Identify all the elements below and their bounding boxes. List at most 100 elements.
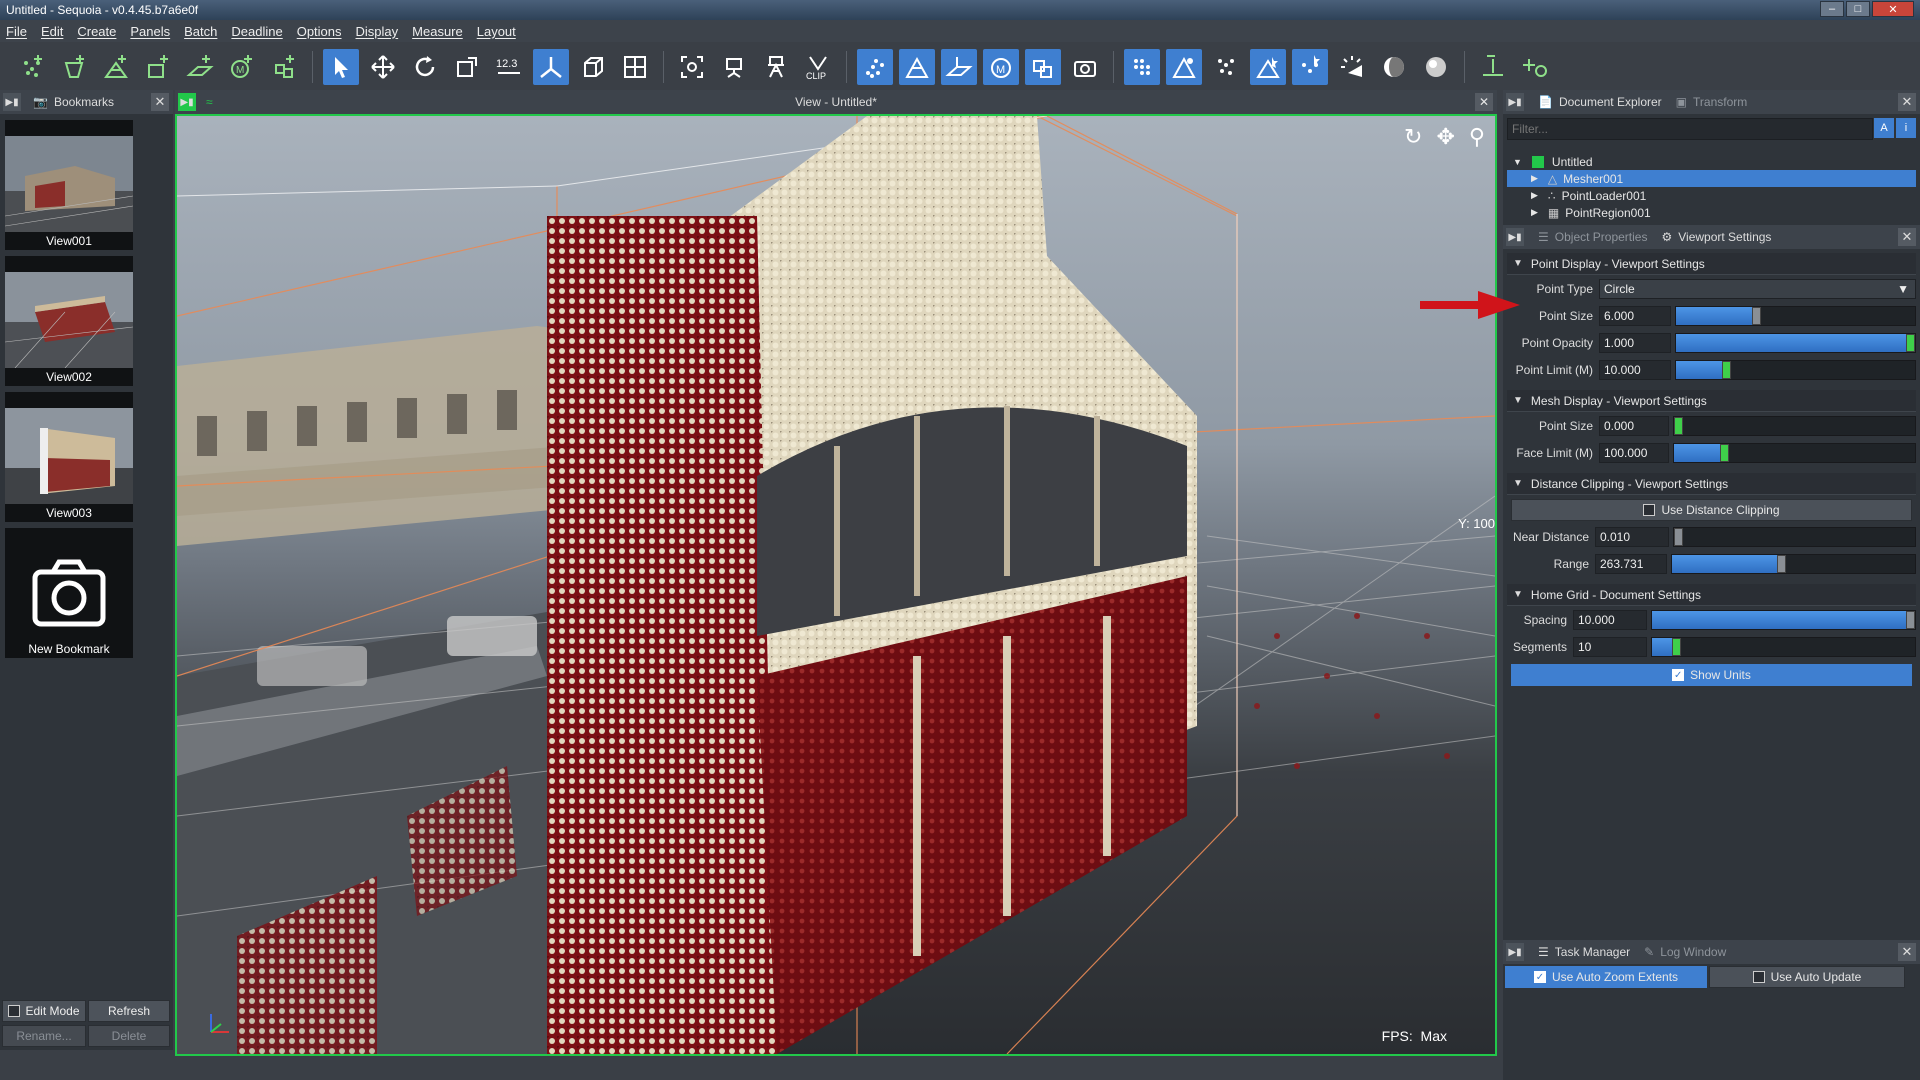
point-size-slider[interactable]	[1675, 306, 1916, 326]
close-panel-icon[interactable]: ✕	[1898, 943, 1916, 961]
slider-handle[interactable]	[1674, 417, 1683, 435]
maximize-button[interactable]: □	[1846, 1, 1870, 17]
scanner-button[interactable]	[758, 49, 794, 85]
region-tool-button[interactable]	[56, 49, 92, 85]
menu-file[interactable]: File	[6, 24, 27, 39]
mesh-display-button[interactable]	[899, 49, 935, 85]
collapse-triangle-icon[interactable]: ▼	[1513, 157, 1522, 167]
segments-slider[interactable]	[1651, 637, 1916, 657]
sparkle-points-button[interactable]	[1208, 49, 1244, 85]
point-type-select[interactable]: Circle ▼	[1599, 279, 1916, 299]
camera-display-button[interactable]	[1067, 49, 1103, 85]
close-panel-icon[interactable]: ✕	[1898, 93, 1916, 111]
point-loader-tool-button[interactable]	[14, 49, 50, 85]
close-viewport-icon[interactable]: ✕	[1475, 93, 1493, 111]
slider-handle[interactable]	[1906, 334, 1915, 352]
zoom-icon[interactable]: ⚲	[1469, 124, 1485, 150]
panel-pin-icon[interactable]: ▶▮	[1506, 228, 1524, 246]
mesh-point-size-input[interactable]: 0.000	[1599, 416, 1669, 436]
move-tool-button[interactable]	[365, 49, 401, 85]
section-home-grid[interactable]: ▼ Home Grid - Document Settings	[1507, 584, 1916, 606]
slider-handle[interactable]	[1674, 528, 1683, 546]
lit-points-button[interactable]	[1250, 49, 1286, 85]
zoom-extents-button[interactable]	[674, 49, 710, 85]
3d-viewport[interactable]: ↻ ✥ ⚲ Y: 100 FPS: Max	[175, 114, 1497, 1056]
tree-node-mesher001[interactable]: ▶ △ Mesher001	[1507, 170, 1916, 187]
menu-create[interactable]: Create	[77, 24, 116, 39]
menu-measure[interactable]: Measure	[412, 24, 463, 39]
bookmark-view003[interactable]: View003	[5, 392, 133, 522]
tab-transform[interactable]: ▣ Transform	[1676, 95, 1748, 109]
shade-points-button[interactable]	[1124, 49, 1160, 85]
add-zero-button[interactable]	[1517, 49, 1553, 85]
slider-handle[interactable]	[1777, 555, 1787, 573]
mesh-point-size-slider[interactable]	[1673, 416, 1916, 436]
orbit-icon[interactable]: ↻	[1404, 124, 1422, 150]
camera-rig-button[interactable]	[716, 49, 752, 85]
pan-icon[interactable]: ✥	[1436, 124, 1454, 150]
auto-update-checkbox[interactable]: Use Auto Update	[1709, 966, 1905, 988]
slider-handle[interactable]	[1672, 638, 1682, 656]
pivot-tool-button[interactable]	[533, 49, 569, 85]
menu-batch[interactable]: Batch	[184, 24, 217, 39]
delete-button[interactable]: Delete	[88, 1025, 170, 1047]
bookmark-view002[interactable]: View002	[5, 256, 133, 386]
section-distance-clipping[interactable]: ▼ Distance Clipping - Viewport Settings	[1507, 473, 1916, 495]
face-limit-slider[interactable]	[1673, 443, 1916, 463]
segments-input[interactable]: 10	[1573, 637, 1647, 657]
near-distance-slider[interactable]	[1673, 527, 1916, 547]
panel-pin-icon[interactable]: ▶▮	[1506, 93, 1524, 111]
panel-pin-icon[interactable]: ▶▮	[1506, 943, 1524, 961]
numeric-input-button[interactable]: 12.3	[491, 49, 527, 85]
add-point-button[interactable]	[1475, 49, 1511, 85]
lit-sparkle-button[interactable]	[1292, 49, 1328, 85]
plane-display-button[interactable]	[941, 49, 977, 85]
bookmark-view001[interactable]: View001	[5, 120, 133, 250]
spacing-input[interactable]: 10.000	[1573, 610, 1647, 630]
menu-deadline[interactable]: Deadline	[231, 24, 282, 39]
tree-node-pointregion001[interactable]: ▶ ▦ PointRegion001	[1507, 204, 1916, 221]
points-display-button[interactable]	[857, 49, 893, 85]
rename-button[interactable]: Rename...	[2, 1025, 86, 1047]
point-limit-slider[interactable]	[1675, 360, 1916, 380]
point-size-input[interactable]: 6.000	[1599, 306, 1671, 326]
scale-tool-button[interactable]	[449, 49, 485, 85]
rotate-tool-button[interactable]	[407, 49, 443, 85]
tab-viewport-settings[interactable]: ⚙ Viewport Settings	[1661, 230, 1771, 244]
multi-display-button[interactable]	[1025, 49, 1061, 85]
expand-triangle-icon[interactable]: ▶	[1531, 207, 1538, 218]
menu-panels[interactable]: Panels	[130, 24, 170, 39]
near-distance-input[interactable]: 0.010	[1595, 527, 1669, 547]
tab-object-properties[interactable]: ☰ Object Properties	[1538, 230, 1647, 244]
plane-tool-button[interactable]	[182, 49, 218, 85]
lighting-button[interactable]	[1334, 49, 1370, 85]
slider-handle[interactable]	[1722, 361, 1731, 379]
filter-info-icon[interactable]: i	[1896, 118, 1916, 138]
menu-edit[interactable]: Edit	[41, 24, 63, 39]
range-input[interactable]: 263.731	[1595, 554, 1667, 574]
tree-node-pointloader001[interactable]: ▶ ∴ PointLoader001	[1507, 187, 1916, 204]
show-units-checkbox[interactable]: ✓ Show Units	[1511, 664, 1912, 686]
minimize-button[interactable]: –	[1820, 1, 1844, 17]
slider-handle[interactable]	[1720, 444, 1730, 462]
tab-log-window[interactable]: ✎ Log Window	[1644, 945, 1726, 959]
new-bookmark-button[interactable]: New Bookmark	[5, 528, 133, 658]
edit-mode-checkbox[interactable]: Edit Mode	[2, 1000, 86, 1022]
menu-layout[interactable]: Layout	[477, 24, 516, 39]
filter-input[interactable]	[1507, 118, 1873, 140]
point-opacity-slider[interactable]	[1675, 333, 1916, 353]
refresh-button[interactable]: Refresh	[88, 1000, 170, 1022]
slider-handle[interactable]	[1751, 307, 1761, 325]
tree-root-untitled[interactable]: ▼ Untitled	[1507, 153, 1916, 170]
mesher-tool-button[interactable]	[98, 49, 134, 85]
range-slider[interactable]	[1671, 554, 1916, 574]
menu-options[interactable]: Options	[297, 24, 342, 39]
close-panel-icon[interactable]: ✕	[151, 93, 169, 111]
point-limit-input[interactable]: 10.000	[1599, 360, 1671, 380]
clip-button[interactable]: CLIP	[800, 49, 836, 85]
auto-zoom-extents-checkbox[interactable]: ✓ Use Auto Zoom Extents	[1505, 966, 1707, 988]
bookmarks-tab[interactable]: 📷 Bookmarks	[33, 95, 114, 109]
point-opacity-input[interactable]: 1.000	[1599, 333, 1671, 353]
close-panel-icon[interactable]: ✕	[1898, 228, 1916, 246]
mesh-loader-display-button[interactable]: M	[983, 49, 1019, 85]
